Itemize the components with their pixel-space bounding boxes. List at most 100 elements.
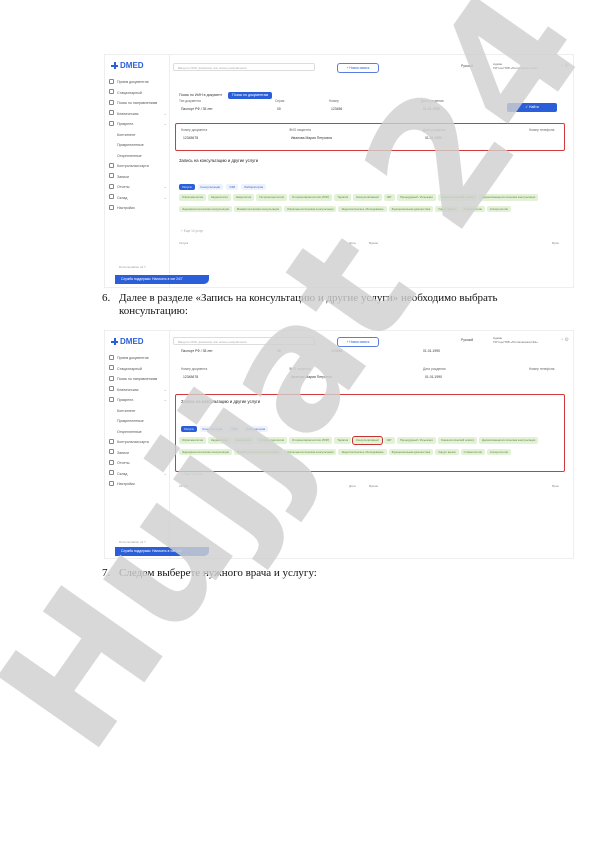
service-chip[interactable]: Маммологическая консультация [233, 449, 282, 456]
service-chip[interactable]: Терапия [334, 437, 352, 444]
service-chip[interactable]: Эндокринологическая консультация [179, 206, 232, 213]
birthdate-input[interactable]: 01.01.1990 [423, 107, 440, 111]
service-chip[interactable]: Дерматовенерологическая консультация [479, 194, 539, 201]
service-chip[interactable]: Офтальмология [179, 437, 207, 444]
sidebar-item[interactable]: Прикрепл. ⌄ [109, 119, 167, 130]
service-chip[interactable]: Хирург вызов [435, 449, 459, 456]
sidebar-item[interactable]: Клиническая ⌄ [109, 385, 167, 396]
service-chip-selected[interactable]: Консультативный [351, 435, 384, 446]
service-chip[interactable]: Гинекологический осмотр [437, 194, 478, 201]
service-chip[interactable]: Кардиология [208, 194, 231, 201]
service-chip[interactable]: Неврология [232, 194, 255, 201]
service-chip[interactable]: Оториноларингология (ЛОР) [289, 194, 333, 201]
support-chat-button[interactable]: Служба поддержки: Написать в чат 24/7 [115, 275, 209, 284]
service-chip[interactable]: Неврология [232, 437, 255, 444]
sidebar-item[interactable]: Прием документов [109, 77, 167, 88]
sidebar-item[interactable]: Прикрепленные [109, 140, 167, 151]
service-chip[interactable]: Стоматология [460, 206, 485, 213]
user-info[interactable]: Админ ГКП на ПХВ «Поликлиника №1» [493, 336, 538, 344]
doc-type-select[interactable]: Паспорт РФ / 35 лет [181, 349, 213, 353]
appointments-table-header: Услуга Дата Время Врач [179, 484, 559, 488]
sidebar-item[interactable]: Склад ⌄ [109, 469, 167, 480]
service-chip[interactable]: Гастроэнтерология [256, 194, 288, 201]
label-patient-name: ФИО пациента [289, 128, 311, 132]
service-chip[interactable]: Процедурный / Инъекции [396, 437, 436, 444]
service-chip[interactable]: Хирург вызов [435, 206, 459, 213]
new-record-button[interactable]: + Новая запись [337, 63, 379, 73]
sidebar-item[interactable]: Открепленные [109, 427, 167, 438]
series-input[interactable]: 00 [277, 349, 281, 353]
service-chip[interactable]: Гастроэнтерология [256, 437, 288, 444]
more-services-link[interactable]: + Еще 14 услуг [181, 229, 203, 233]
sidebar-item[interactable]: Отчеты [109, 458, 167, 469]
service-chip[interactable]: Кардиология [208, 437, 231, 444]
service-chip[interactable]: Оториноларингология (ЛОР) [289, 437, 333, 444]
sidebar-item[interactable]: Контрольная карта [109, 161, 167, 172]
sidebar-item[interactable]: Открепленные [109, 151, 167, 162]
sidebar-item[interactable]: Стационарный [109, 364, 167, 375]
doc-type-select[interactable]: Паспорт РФ / 35 лет [181, 107, 213, 111]
birthdate-input[interactable]: 01.01.1990 [423, 349, 440, 353]
service-chip[interactable]: Эндокринологическая консультация [179, 449, 232, 456]
services-title: Запись на консультацию и другие услуги [181, 399, 261, 404]
find-button[interactable]: ✓ Найти [507, 103, 557, 112]
menu-icon [109, 438, 114, 444]
sidebar-item[interactable]: Настройки [109, 479, 167, 490]
sidebar-item[interactable]: Записи [109, 172, 167, 183]
service-chip[interactable]: Эндоскопическое обследование [338, 206, 387, 213]
search-input[interactable]: Введите ИИН, фамилию или номер направлен… [173, 337, 315, 345]
service-chip[interactable]: ЭКГ [383, 194, 395, 201]
service-chip[interactable]: Дерматовенерологическая консультация [479, 437, 539, 444]
label-number: Номер [329, 99, 339, 103]
language-select[interactable]: Русский [461, 64, 473, 68]
menu-icon [109, 480, 114, 486]
menu-icon [109, 365, 114, 370]
service-chip[interactable]: Функциональная диагностика [388, 449, 434, 456]
th-time: Время [369, 484, 379, 488]
sidebar-item[interactable]: Отчеты ⌄ [109, 182, 167, 193]
sidebar-item[interactable]: Поиск по направлениям [109, 98, 167, 109]
sidebar-item[interactable]: Прием документов [109, 353, 167, 364]
service-chip[interactable]: Консультативный [353, 194, 382, 201]
search-input[interactable]: Введите ИИН, фамилию или номер направлен… [173, 63, 315, 71]
service-chip[interactable]: Эндоскопическое обследование [338, 449, 387, 456]
new-record-button[interactable]: + Новая запись [337, 337, 379, 347]
step-6: 6. Далее в разделе «Запись на консультаци… [102, 292, 497, 318]
service-chip[interactable]: Процедурный / Инъекции [396, 194, 436, 201]
service-chip[interactable]: ЭКГ [383, 437, 395, 444]
sidebar-item[interactable]: Записи [109, 448, 167, 459]
service-chip[interactable]: Стоматология [460, 449, 485, 456]
sidebar-item[interactable]: Контингент [109, 406, 167, 417]
bell-icon[interactable]: ◔ ⚙ [560, 63, 569, 69]
bell-icon[interactable]: ◔ ⚙ [560, 337, 569, 343]
sidebar-item[interactable]: Прикрепленные [109, 416, 167, 427]
sidebar-item[interactable]: Контрольная карта [109, 437, 167, 448]
service-chip[interactable]: Офтальмология [179, 194, 207, 201]
sidebar-item[interactable]: Склад ⌄ [109, 193, 167, 204]
number-input[interactable]: 123456 [331, 349, 342, 353]
series-input[interactable]: 00 [277, 107, 281, 111]
sidebar-item[interactable]: Настройки [109, 203, 167, 214]
service-chip[interactable]: Гинекологический осмотр [437, 437, 478, 444]
language-select[interactable]: Русский [461, 338, 473, 342]
service-chip[interactable]: Аллергология [486, 449, 511, 456]
sidebar-item[interactable]: Клиническая ⌄ [109, 109, 167, 120]
service-chip[interactable]: Функциональная диагностика [388, 206, 434, 213]
service-chip[interactable]: Аллергология [486, 206, 511, 213]
tab-search-documents[interactable]: Поиск по документам [228, 91, 273, 99]
service-chip[interactable]: Терапия [334, 194, 352, 201]
support-chat-button[interactable]: Служба поддержки: Написать в чат 24/7 [115, 547, 209, 556]
service-chip[interactable]: Маммологическая консультация [233, 206, 282, 213]
sidebar-item[interactable]: Прикрепл. ⌄ [109, 395, 167, 406]
sidebar-item[interactable]: Стационарный [109, 88, 167, 99]
menu-icon [109, 204, 114, 210]
user-info[interactable]: Админ ГКП на ПХВ «Поликлиника №1» [493, 62, 538, 70]
service-chip[interactable]: Офтальмологическая консультация [283, 449, 337, 456]
more-services-link[interactable]: + Еще 14 услуг [181, 472, 203, 476]
tab-search-iin[interactable]: Поиск по ИИН в документ [175, 92, 226, 99]
sidebar-item[interactable]: Контингент [109, 130, 167, 141]
service-chip[interactable]: Офтальмологическая консультация [283, 206, 337, 213]
number-input[interactable]: 123456 [331, 107, 342, 111]
sidebar-item[interactable]: Поиск по направлениям [109, 374, 167, 385]
screenshot-select-consultation: DMED Прием документов Стационарный Поиск п… [104, 330, 574, 559]
